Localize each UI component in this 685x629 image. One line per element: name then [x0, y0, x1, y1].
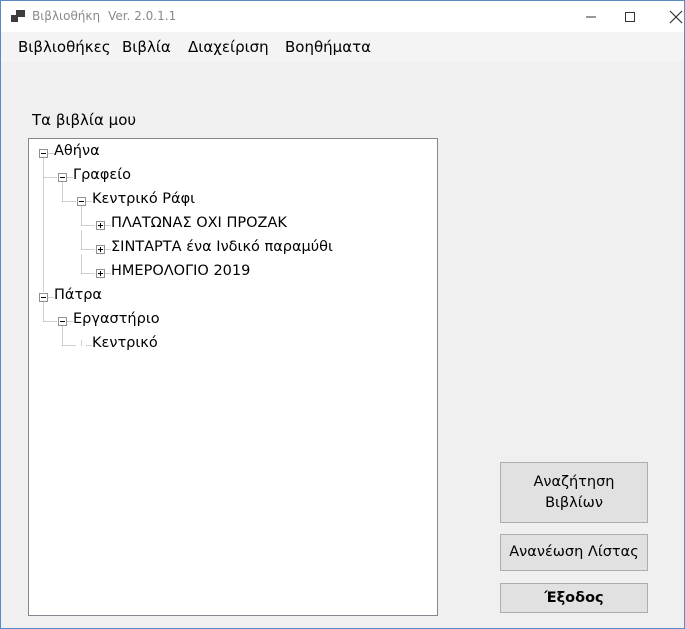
- app-window: Βιβλιοθήκη Ver. 2.0.1.1 Βιβλιοθήκες Βιβλί…: [0, 0, 685, 629]
- tree-node-label[interactable]: Πάτρα: [54, 287, 102, 303]
- title-bar[interactable]: Βιβλιοθήκη Ver. 2.0.1.1: [1, 1, 684, 32]
- close-icon: [669, 10, 683, 23]
- tree-node-label[interactable]: Εργαστήριο: [73, 311, 160, 327]
- tree-node-label[interactable]: Αθήνα: [54, 143, 100, 159]
- tree-node-label[interactable]: Κεντρικό: [92, 335, 158, 351]
- menu-management[interactable]: Διαχείριση: [188, 38, 269, 56]
- window-version: Ver. 2.0.1.1: [108, 9, 177, 23]
- expand-plus-icon[interactable]: [96, 269, 105, 278]
- tree-connector-lines: [43, 153, 111, 346]
- window-title-name: Βιβλιοθήκη: [32, 9, 101, 23]
- expander-dash: [41, 153, 46, 154]
- menu-books[interactable]: Βιβλία: [122, 38, 171, 56]
- collapse-minus-icon[interactable]: [58, 173, 67, 182]
- window-title: Βιβλιοθήκη Ver. 2.0.1.1: [32, 9, 176, 23]
- expand-plus-icon[interactable]: [96, 245, 105, 254]
- expander-dash: [79, 201, 84, 202]
- tree-group-label: Τα βιβλία μου: [32, 111, 137, 129]
- collapse-minus-icon[interactable]: [58, 317, 67, 326]
- expander-bar: [100, 223, 101, 228]
- collapse-minus-icon[interactable]: [39, 293, 48, 302]
- books-tree-view[interactable]: Αθήνα Γραφείο Κεντρικό Ράφι ΠΛΑΤΩΝΑΣ ΟΧΙ ΠΡ…: [28, 138, 438, 616]
- menu-libraries[interactable]: Βιβλιοθήκες: [18, 38, 111, 56]
- minimize-icon: [586, 16, 596, 17]
- close-button[interactable]: [653, 1, 685, 32]
- app-icon: [11, 10, 25, 22]
- expander-dash: [60, 177, 65, 178]
- expander-dash: [41, 297, 46, 298]
- maximize-icon: [625, 11, 635, 22]
- tree-node-label[interactable]: ΗΜΕΡΟΛΟΓΙΟ 2019: [111, 263, 250, 279]
- expander-bar: [100, 247, 101, 252]
- menu-bar: Βιβλιοθήκες Βιβλία Διαχείριση Βοηθήματα: [1, 32, 684, 62]
- expander-dash: [60, 321, 65, 322]
- menu-help[interactable]: Βοηθήματα: [285, 38, 371, 56]
- maximize-button[interactable]: [607, 1, 653, 32]
- tree-node-label[interactable]: ΣΙΝΤΑΡΤΑ ένα Ινδικό παραμύθι: [111, 239, 333, 255]
- tree-node-label[interactable]: Κεντρικό Ράφι: [92, 191, 195, 207]
- search-books-button[interactable]: Αναζήτηση Βιβλίων: [500, 462, 648, 523]
- expander-bar: [100, 271, 101, 276]
- tree-node-label[interactable]: Γραφείο: [73, 167, 131, 183]
- refresh-list-button[interactable]: Ανανέωση Λίστας: [500, 534, 648, 571]
- collapse-minus-icon[interactable]: [77, 197, 86, 206]
- expand-plus-icon[interactable]: [96, 221, 105, 230]
- tree-node-label[interactable]: ΠΛΑΤΩΝΑΣ ΟΧΙ ΠΡΟΖΑΚ: [111, 215, 287, 231]
- collapse-minus-icon[interactable]: [39, 149, 48, 158]
- exit-button[interactable]: Έξοδος: [500, 583, 648, 613]
